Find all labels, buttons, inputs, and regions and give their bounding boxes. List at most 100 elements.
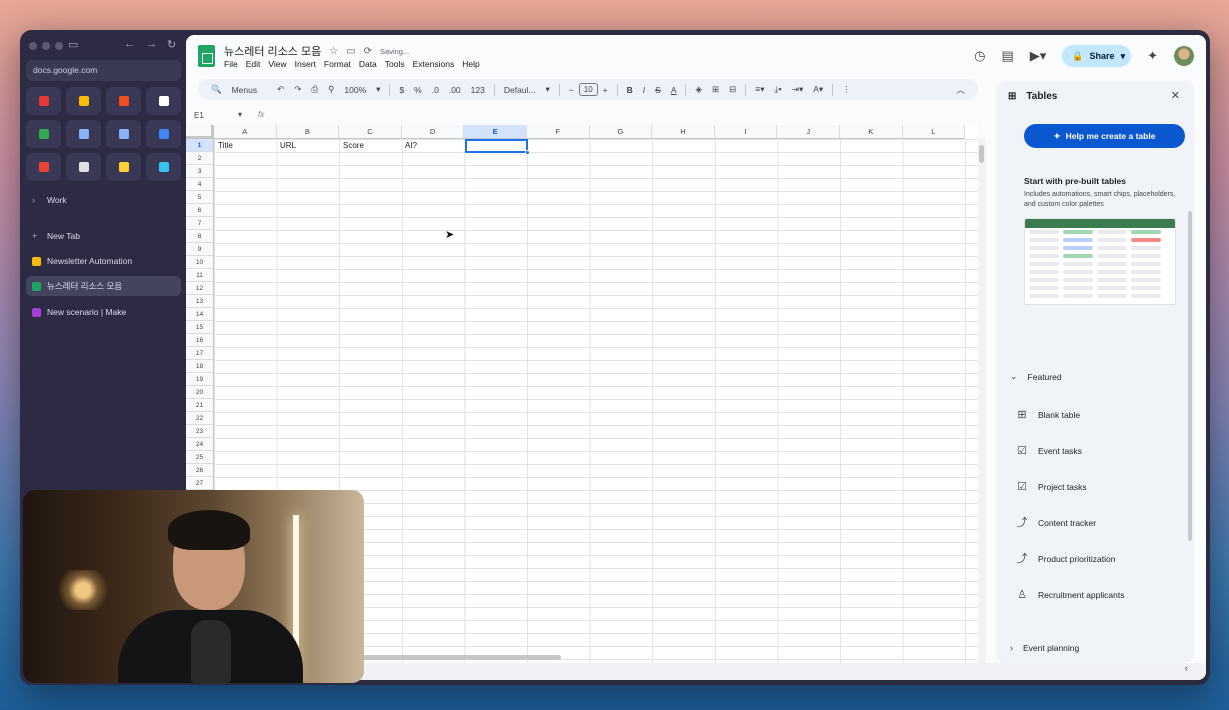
menu-view[interactable]: View <box>268 59 286 69</box>
move-folder-icon[interactable]: ▭ <box>346 46 355 57</box>
star-icon[interactable]: ☆ <box>329 46 338 57</box>
row-header-15[interactable]: 15 <box>186 321 214 334</box>
favorite-gmail[interactable] <box>26 153 61 181</box>
column-header-D[interactable]: D <box>401 125 465 139</box>
favorite-settings[interactable] <box>66 120 101 148</box>
favorite-notes[interactable] <box>66 153 101 181</box>
new-tab-button[interactable]: + New Tab <box>26 226 181 246</box>
panel-scrollbar[interactable] <box>1188 211 1192 541</box>
merge-cells-icon[interactable]: ⊟ <box>724 84 741 95</box>
google-sheets-logo-icon[interactable] <box>198 45 215 67</box>
row-header-11[interactable]: 11 <box>186 269 214 282</box>
column-header-L[interactable]: L <box>902 125 966 139</box>
strikethrough-button[interactable]: S <box>650 85 666 95</box>
font-size-input[interactable]: 10 <box>578 83 598 96</box>
reload-icon[interactable]: ↻ <box>167 38 176 51</box>
currency-format-button[interactable]: $ <box>394 85 409 95</box>
row-header-24[interactable]: 24 <box>186 438 214 451</box>
name-box[interactable]: E1 <box>194 111 204 120</box>
column-header-B[interactable]: B <box>276 125 340 139</box>
back-icon[interactable]: ← <box>124 38 135 50</box>
increase-decimal-button[interactable]: .00 <box>444 85 466 95</box>
percent-format-button[interactable]: % <box>409 85 427 95</box>
gemini-icon[interactable]: ✦ <box>1147 48 1158 64</box>
collapse-toolbar-icon[interactable]: ︿ <box>951 84 970 96</box>
selected-cell-E1[interactable] <box>465 139 528 153</box>
row-header-3[interactable]: 3 <box>186 165 214 178</box>
menu-file[interactable]: File <box>224 59 238 69</box>
name-box-dropdown-icon[interactable]: ▾ <box>238 110 242 119</box>
menu-help[interactable]: Help <box>462 59 479 69</box>
menu-tools[interactable]: Tools <box>385 59 405 69</box>
redo-icon[interactable]: ↷ <box>289 84 306 95</box>
fill-color-icon[interactable]: ◈ <box>690 84 707 95</box>
row-header-2[interactable]: 2 <box>186 152 214 165</box>
favorite-slides[interactable] <box>66 87 101 115</box>
vertical-scrollbar[interactable] <box>978 139 986 680</box>
row-header-4[interactable]: 4 <box>186 178 214 191</box>
share-button[interactable]: 🔒 Share ▾ <box>1062 45 1132 67</box>
column-header-K[interactable]: K <box>840 125 903 139</box>
row-header-1[interactable]: 1 <box>186 139 214 152</box>
column-header-E[interactable]: E <box>464 125 527 139</box>
section-event-planning[interactable]: › Event planning <box>1010 643 1079 653</box>
forward-icon[interactable]: → <box>146 38 157 50</box>
print-icon[interactable]: ⎙ <box>306 84 323 95</box>
row-header-8[interactable]: 8 <box>186 230 214 243</box>
column-header-A[interactable]: A <box>214 125 277 139</box>
row-header-5[interactable]: 5 <box>186 191 214 204</box>
row-header-6[interactable]: 6 <box>186 204 214 217</box>
tab-newsletter-automation[interactable]: Newsletter Automation <box>26 251 181 271</box>
more-formats-button[interactable]: 123 <box>466 85 490 95</box>
folder-work[interactable]: › Work <box>26 190 181 210</box>
select-all-corner[interactable] <box>186 125 214 139</box>
favorite-framer[interactable] <box>146 87 181 115</box>
font-select[interactable]: Defaul... <box>499 85 541 95</box>
cell-C1[interactable]: Score <box>340 139 364 152</box>
history-icon[interactable]: ◷ <box>974 48 985 64</box>
align-left-icon[interactable]: ≡▾ <box>750 84 769 95</box>
tab-make-scenario[interactable]: New scenario | Make <box>26 302 181 322</box>
row-header-7[interactable]: 7 <box>186 217 214 230</box>
row-header-20[interactable]: 20 <box>186 386 214 399</box>
formula-input[interactable] <box>276 110 966 122</box>
template-product-prioritization[interactable]: ⤴ Product prioritization <box>1016 553 1116 565</box>
text-wrap-icon[interactable]: ⇥▾ <box>787 84 808 95</box>
favorite-miro[interactable] <box>106 153 141 181</box>
row-header-16[interactable]: 16 <box>186 334 214 347</box>
row-header-19[interactable]: 19 <box>186 373 214 386</box>
row-header-23[interactable]: 23 <box>186 425 214 438</box>
cell-B1[interactable]: URL <box>277 139 296 152</box>
window-controls[interactable] <box>29 42 63 50</box>
horizontal-scrollbar[interactable] <box>361 655 561 660</box>
row-header-27[interactable]: 27 <box>186 477 214 490</box>
column-header-F[interactable]: F <box>527 125 590 139</box>
tab-newsletter-resources[interactable]: 뉴스레터 리소스 모음 <box>26 276 181 296</box>
decrease-decimal-button[interactable]: .0 <box>427 85 444 95</box>
text-rotation-icon[interactable]: A▾ <box>808 84 828 95</box>
menu-data[interactable]: Data <box>359 59 377 69</box>
decrease-font-size-icon[interactable]: − <box>564 85 579 95</box>
menu-format[interactable]: Format <box>324 59 351 69</box>
row-header-10[interactable]: 10 <box>186 256 214 269</box>
column-header-G[interactable]: G <box>589 125 653 139</box>
url-bar[interactable]: docs.google.com <box>26 60 181 81</box>
row-header-12[interactable]: 12 <box>186 282 214 295</box>
help-me-create-table-button[interactable]: ✦ Help me create a table <box>1024 124 1185 148</box>
column-header-I[interactable]: I <box>714 125 778 139</box>
sidebar-toggle-icon[interactable]: ▭ <box>68 38 78 51</box>
close-icon[interactable]: ✕ <box>1171 89 1180 102</box>
featured-section-toggle[interactable]: ⌄ Featured <box>1010 371 1062 382</box>
favorite-calendar[interactable] <box>106 120 141 148</box>
text-color-button[interactable]: A <box>666 85 682 95</box>
row-header-13[interactable]: 13 <box>186 295 214 308</box>
search-icon[interactable]: 🔍 <box>206 84 227 95</box>
avatar[interactable] <box>1174 46 1194 66</box>
doc-title[interactable]: 뉴스레터 리소스 모음 <box>224 43 321 59</box>
row-header-25[interactable]: 25 <box>186 451 214 464</box>
row-header-18[interactable]: 18 <box>186 360 214 373</box>
row-header-9[interactable]: 9 <box>186 243 214 256</box>
favorite-k[interactable] <box>146 120 181 148</box>
comments-icon[interactable]: ▤ <box>1002 48 1014 64</box>
cell-A1[interactable]: Title <box>215 139 233 152</box>
